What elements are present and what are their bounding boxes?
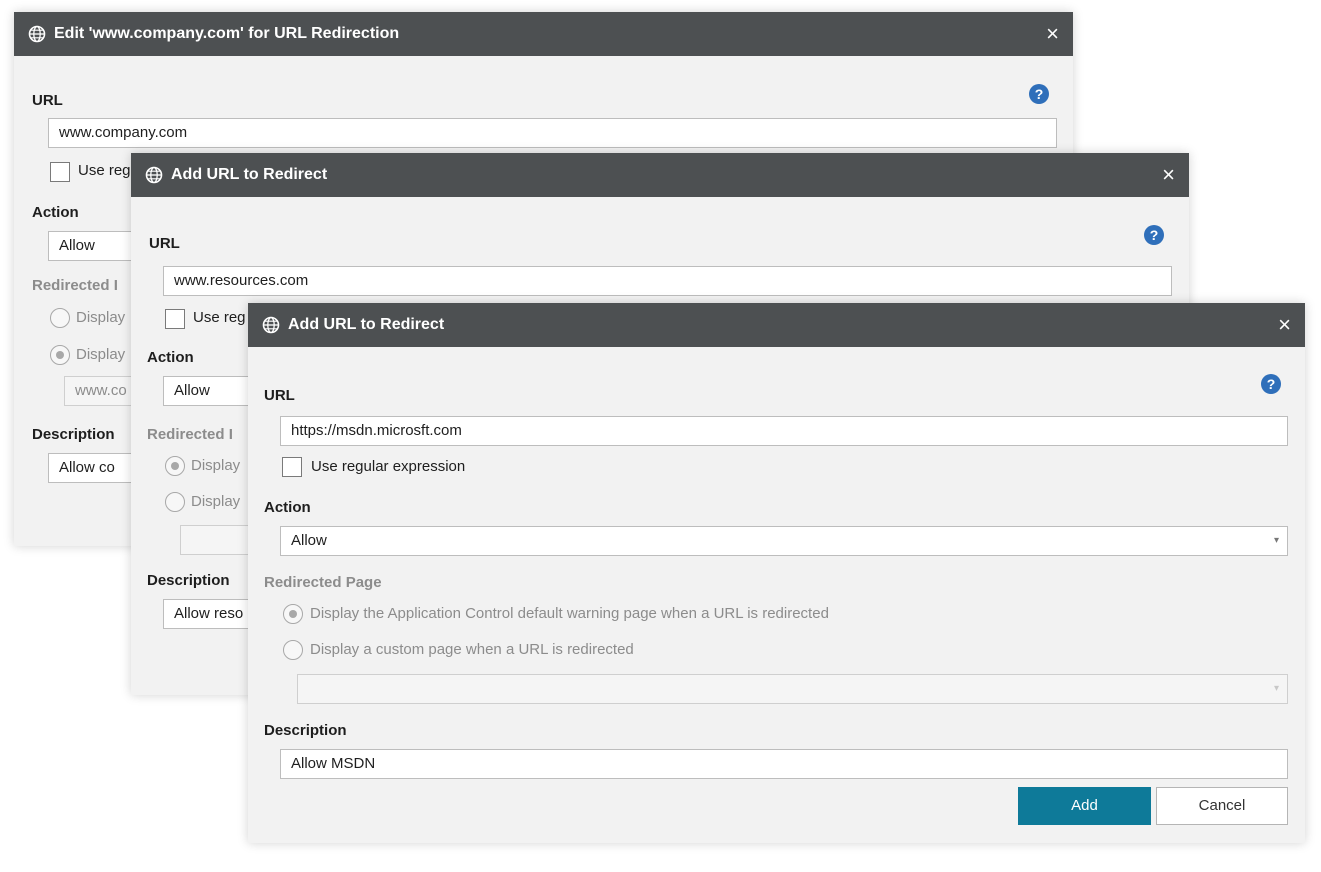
description-input[interactable]: Allow MSDN bbox=[280, 749, 1288, 779]
help-icon[interactable]: ? bbox=[1144, 225, 1164, 245]
action-select-value: Allow bbox=[174, 382, 210, 399]
redirected-page-label: Redirected Page bbox=[264, 574, 382, 591]
dialog-title: Add URL to Redirect bbox=[288, 316, 445, 333]
action-select-value: Allow bbox=[291, 532, 327, 549]
default-page-radio[interactable] bbox=[165, 456, 185, 476]
description-label: Description bbox=[264, 722, 347, 739]
custom-page-radio[interactable] bbox=[165, 492, 185, 512]
regex-checkbox[interactable] bbox=[282, 457, 302, 477]
close-icon[interactable]: × bbox=[1162, 153, 1175, 197]
custom-page-select[interactable]: ▾ bbox=[297, 674, 1288, 704]
cancel-button[interactable]: Cancel bbox=[1156, 787, 1288, 825]
action-label: Action bbox=[264, 499, 311, 516]
custom-page-radio-label: Display bbox=[191, 493, 241, 510]
custom-page-radio[interactable] bbox=[283, 640, 303, 660]
dialog-titlebar: Add URL to Redirect × bbox=[131, 153, 1189, 197]
globe-icon bbox=[28, 25, 46, 43]
action-select-value: Allow bbox=[59, 237, 95, 254]
url-input[interactable]: https://msdn.microsft.com bbox=[280, 416, 1288, 446]
dialog-title: Add URL to Redirect bbox=[171, 166, 328, 183]
dialog-titlebar: Edit 'www.company.com' for URL Redirecti… bbox=[14, 12, 1073, 56]
default-page-radio[interactable] bbox=[50, 308, 70, 328]
close-icon[interactable]: × bbox=[1278, 303, 1291, 347]
default-page-radio-label: Display bbox=[191, 457, 241, 474]
close-icon[interactable]: × bbox=[1046, 12, 1059, 56]
description-label: Description bbox=[147, 572, 230, 589]
custom-page-radio[interactable] bbox=[50, 345, 70, 365]
redirected-page-label: Redirected I bbox=[32, 277, 118, 294]
custom-page-radio-label: Display a custom page when a URL is redi… bbox=[310, 641, 634, 658]
regex-checkbox[interactable] bbox=[50, 162, 70, 182]
default-page-radio-label: Display the Application Control default … bbox=[310, 605, 829, 622]
chevron-down-icon: ▾ bbox=[1273, 535, 1279, 546]
globe-icon bbox=[262, 316, 280, 334]
url-input[interactable]: www.resources.com bbox=[163, 266, 1172, 296]
chevron-down-icon: ▾ bbox=[1273, 683, 1279, 694]
url-label: URL bbox=[149, 235, 180, 252]
help-icon[interactable]: ? bbox=[1029, 84, 1049, 104]
regex-label: Use regular expression bbox=[311, 458, 466, 475]
action-label: Action bbox=[32, 204, 79, 221]
description-label: Description bbox=[32, 426, 115, 443]
default-page-radio-label: Display bbox=[76, 309, 126, 326]
regex-label: Use reg bbox=[193, 309, 246, 326]
custom-page-radio-label: Display bbox=[76, 346, 126, 363]
regex-label: Use reg bbox=[78, 162, 131, 179]
action-label: Action bbox=[147, 349, 194, 366]
url-label: URL bbox=[264, 387, 295, 404]
regex-checkbox[interactable] bbox=[165, 309, 185, 329]
default-page-radio[interactable] bbox=[283, 604, 303, 624]
dialog-title: Edit 'www.company.com' for URL Redirecti… bbox=[54, 25, 400, 42]
redirected-page-label: Redirected I bbox=[147, 426, 233, 443]
url-input[interactable]: www.company.com bbox=[48, 118, 1057, 148]
add-url-dialog: Add URL to Redirect × ? URL https://msdn… bbox=[248, 303, 1305, 843]
action-select[interactable]: Allow ▾ bbox=[280, 526, 1288, 556]
globe-icon bbox=[145, 166, 163, 184]
dialog-titlebar: Add URL to Redirect × bbox=[248, 303, 1305, 347]
url-label: URL bbox=[32, 92, 63, 109]
help-icon[interactable]: ? bbox=[1261, 374, 1281, 394]
add-button[interactable]: Add bbox=[1018, 787, 1151, 825]
